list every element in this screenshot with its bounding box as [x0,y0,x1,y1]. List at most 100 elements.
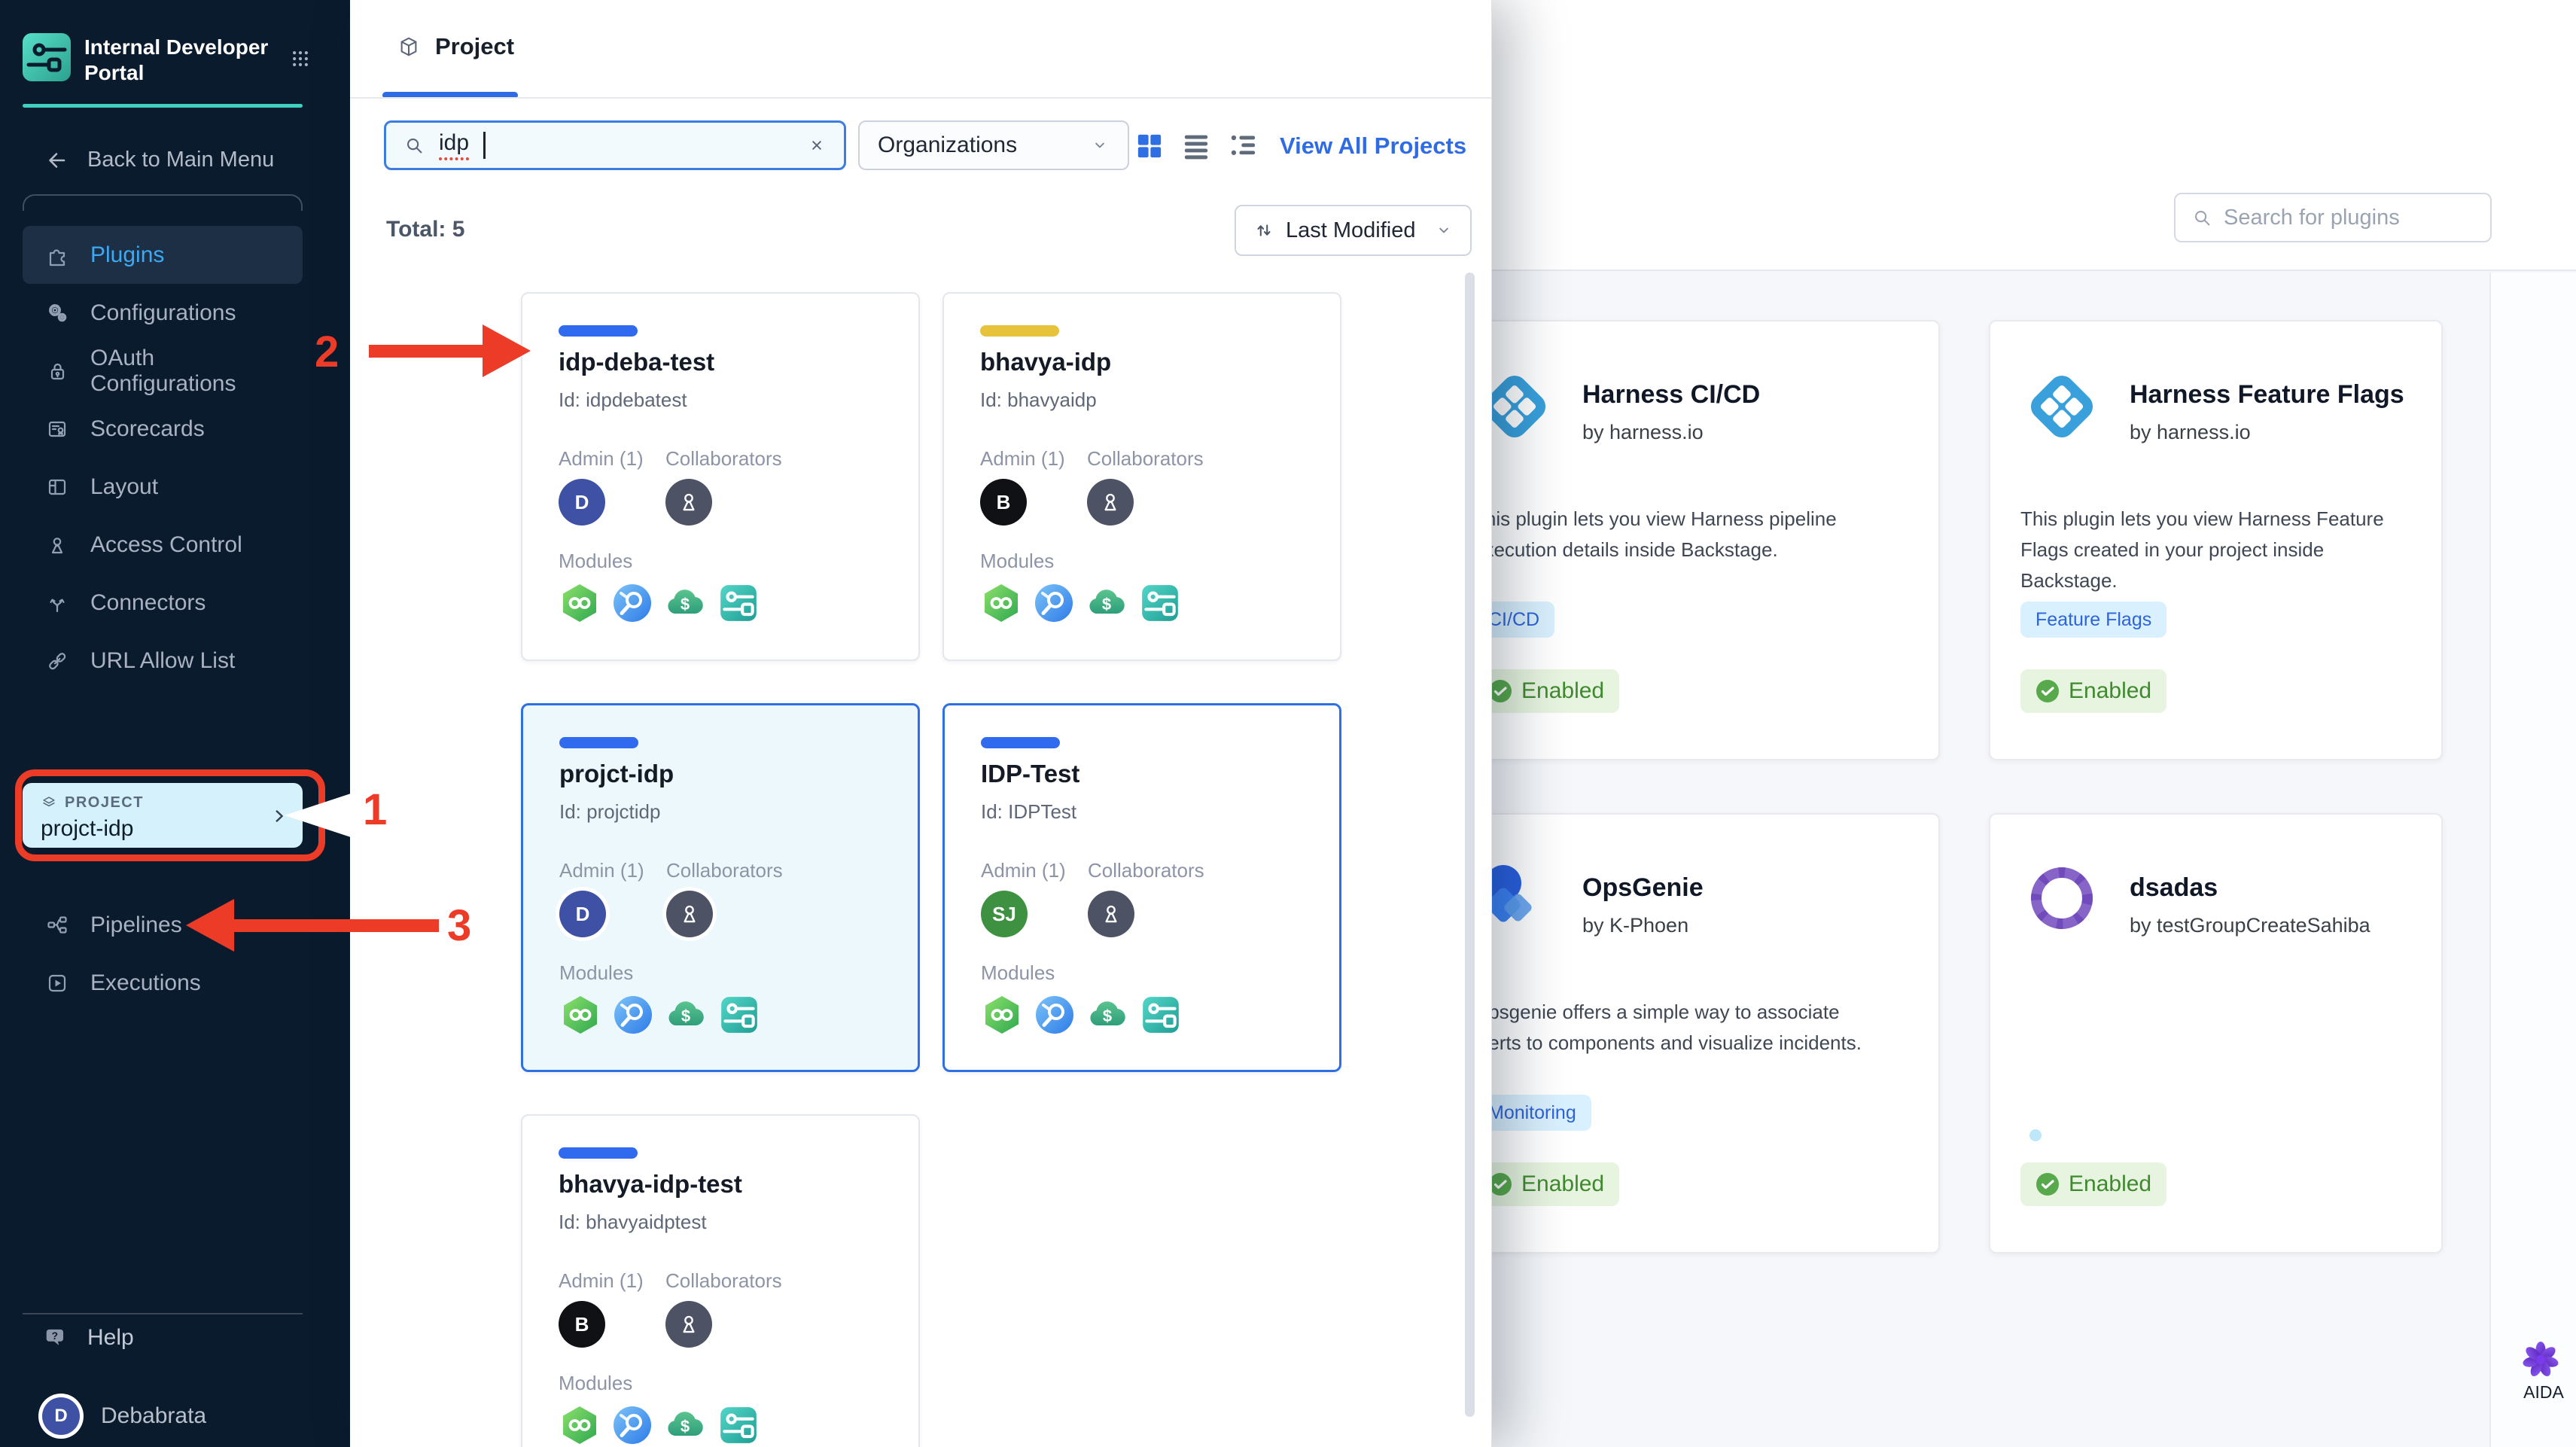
total-count: Total: 5 [386,217,465,242]
collaborator-avatar [665,479,712,525]
collaborator-avatar [1087,479,1134,525]
app-switcher-icon[interactable] [290,48,311,69]
project-card-id: Id: bhavyaidptest [559,1211,707,1233]
sidebar-item-label: Access Control [90,532,242,557]
plugin-card-dsadas[interactable]: dsadas by testGroupCreateSahiba Enabled [1989,813,2443,1254]
idp-module-icon [717,993,761,1037]
app-logo-row: Internal Developer Portal [23,33,273,86]
layout-icon [45,475,69,499]
plugin-author: by harness.io [2130,421,2251,443]
sidebar-item-scorecards[interactable]: Scorecards [23,400,303,458]
search-icon [2191,206,2213,229]
clear-search-icon[interactable] [806,135,827,156]
project-card-id: Id: projctidp [559,800,661,823]
project-selector-name: projct-idp [41,816,134,841]
sidebar-item-label: Scorecards [90,416,205,441]
plugin-card-opsgenie[interactable]: OpsGenie by K-Phoen Opsgenie offers a simp… [1442,813,1940,1254]
ci-module-icon [980,582,1022,624]
collaborator-avatar [666,891,713,937]
project-cards-grid: idp-deba-test Id: idpdebatest Admin (1) Col… [521,292,1364,1447]
plugin-author: by harness.io [1582,421,1704,443]
admin-avatar: B [559,1301,605,1348]
sidebar-item-label: Configurations [90,300,236,325]
plugins-search-box[interactable] [2174,193,2492,242]
project-card-color-bar [980,325,1059,337]
collaborators-label: Collaborators [666,859,783,882]
grid-view-toggle-icon[interactable] [1133,129,1166,163]
collaborator-avatar [665,1301,712,1348]
lock-icon [45,359,69,383]
project-card-name: bhavya-idp [980,348,1112,376]
project-card-idp-deba-test[interactable]: idp-deba-test Id: idpdebatest Admin (1) Col… [521,292,920,661]
project-card-bhavya-idp-test[interactable]: bhavya-idp-test Id: bhavyaidptest Admin (1… [521,1114,920,1447]
sidebar-item-plugins[interactable]: Plugins [23,226,303,284]
sidebar: Internal Developer Portal Back to Main M… [0,0,350,1447]
module-icons: $ [559,1403,760,1447]
executions-icon [45,971,69,995]
admin-label: Admin (1) [980,447,1065,470]
modules-label: Modules [981,961,1055,984]
project-card-name: IDP-Test [981,760,1080,787]
chevron-right-icon [269,806,289,826]
admin-label: Admin (1) [981,859,1066,882]
scorecard-icon [45,417,69,441]
project-card-idp-test[interactable]: IDP-Test Id: IDPTest Admin (1) Collaborator… [942,703,1341,1072]
chaos-module-icon [1033,582,1075,624]
chaos-module-icon [611,1404,653,1446]
plugin-card-harness-feature-flags[interactable]: Harness Feature Flags by harness.io This p… [1989,320,2443,760]
panel-scrollbar[interactable] [1465,273,1475,1417]
tab-project-label: Project [435,33,515,59]
view-all-projects-link[interactable]: View All Projects [1280,133,1466,160]
sidebar-item-url-allow-list[interactable]: URL Allow List [23,632,303,690]
project-selector-label: PROJECT [65,794,144,811]
sidebar-item-configurations[interactable]: Configurations [23,284,303,342]
svg-text:$: $ [681,1417,690,1436]
help-button[interactable]: ? Help [44,1319,134,1357]
sidebar-item-connectors[interactable]: Connectors [23,574,303,632]
back-to-main-menu[interactable]: Back to Main Menu [44,148,274,172]
idp-module-icon [1139,993,1183,1037]
list-view-toggle-icon[interactable] [1180,129,1213,163]
collaborators-label: Collaborators [665,447,782,470]
sidebar-item-label: Layout [90,474,159,499]
harness-logo [2020,365,2103,448]
user-name: Debabrata [101,1403,207,1428]
plugins-search-input[interactable] [2224,205,2475,230]
plugin-title: Harness Feature Flags [2130,380,2404,409]
sidebar-item-access-control[interactable]: Access Control [23,516,303,574]
sidebar-item-executions[interactable]: Executions [23,954,303,1012]
chevron-down-icon [1090,136,1110,155]
plugin-enabled-badge: Enabled [1473,1162,1620,1206]
sidebar-bottom-divider [23,1313,303,1314]
plugin-card-harness-ci-cd[interactable]: Harness CI/CD by harness.io This plugin le… [1442,320,1940,760]
collaborator-person-icon [1098,489,1123,515]
collaborator-avatar [1088,891,1134,937]
project-card-color-bar [559,1147,638,1159]
project-card-bhavya-idp[interactable]: bhavya-idp Id: bhavyaidp Admin (1) Collabor… [942,292,1341,661]
plugin-enabled-label: Enabled [1521,678,1605,703]
ci-module-icon [559,582,601,624]
project-card-projct-idp[interactable]: projct-idp Id: projctidp Admin (1) Collabor… [521,703,920,1072]
connectors-icon [45,591,69,615]
back-label: Back to Main Menu [87,148,275,172]
project-search-input[interactable]: idp [384,120,846,170]
user-menu[interactable]: D Debabrata [42,1397,206,1435]
search-icon [403,134,425,157]
aida-button[interactable]: AIDA [2521,1340,2566,1403]
detailed-list-view-toggle-icon[interactable] [1227,129,1260,163]
project-selector[interactable]: PROJECT projct-idp [23,783,303,848]
sidebar-item-pipelines[interactable]: Pipelines [23,896,303,954]
chaos-module-icon [612,994,654,1036]
sidebar-accent-divider [23,104,303,108]
sidebar-item-label: OAuth Configurations [90,345,236,396]
project-card-color-bar [981,737,1060,748]
organizations-dropdown[interactable]: Organizations [858,120,1129,170]
sidebar-item-layout[interactable]: Layout [23,458,303,516]
ccm-module-icon: $ [664,1404,706,1446]
project-card-name: bhavya-idp-test [559,1170,742,1198]
idp-module-icon [1138,581,1182,625]
sort-dropdown[interactable]: Last Modified [1235,205,1472,256]
sidebar-item-oauth-configurations[interactable]: OAuth Configurations [23,342,303,400]
ccm-module-icon: $ [664,582,706,624]
tab-project[interactable]: Project [397,33,514,60]
